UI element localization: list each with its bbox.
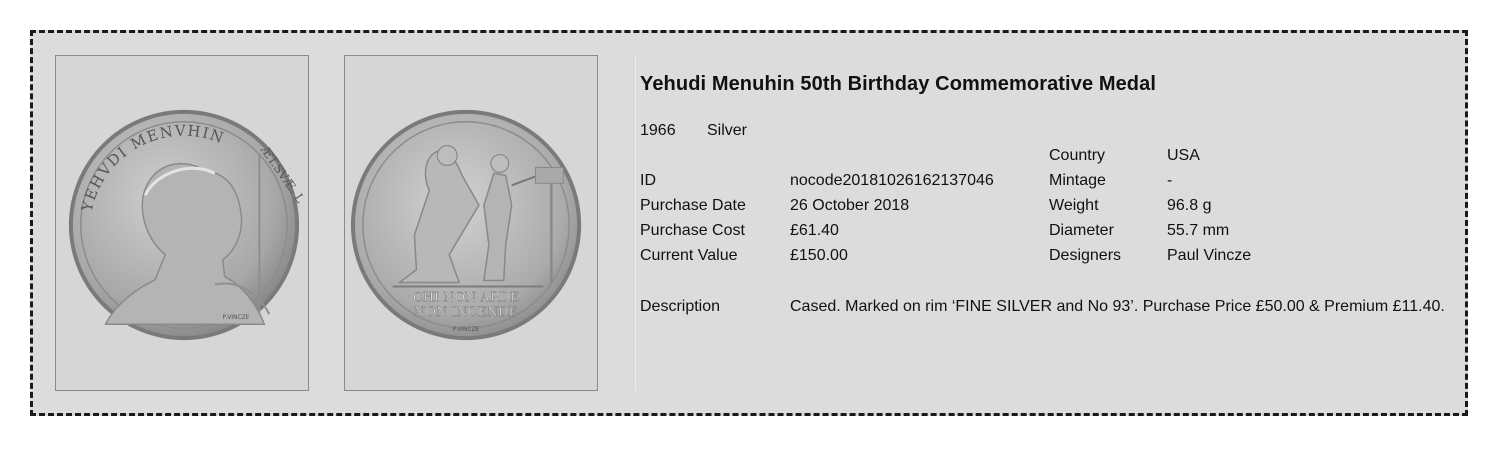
id-label: ID — [640, 172, 656, 189]
medal-card: YEHVDI MENVHIN ÆT.SVÆ. L P.VINCZE CHI NO… — [30, 30, 1468, 416]
weight-label: Weight — [1049, 197, 1099, 214]
obverse-signature: P.VINCZE — [223, 314, 250, 321]
country-value: USA — [1167, 147, 1200, 164]
mintage-label: Mintage — [1049, 172, 1106, 189]
purchase-cost-value: £61.40 — [790, 222, 839, 239]
purchase-date-value: 26 October 2018 — [790, 197, 910, 214]
column-divider — [635, 55, 636, 391]
diameter-value: 55.7 mm — [1167, 222, 1230, 239]
obverse-photo[interactable]: YEHVDI MENVHIN ÆT.SVÆ. L P.VINCZE — [55, 55, 309, 391]
reverse-motto-line1: CHI NON ARDE — [413, 290, 519, 305]
weight-value: 96.8 g — [1167, 197, 1212, 214]
diameter-label: Diameter — [1049, 222, 1114, 239]
current-value-label: Current Value — [640, 247, 738, 264]
purchase-date-label: Purchase Date — [640, 197, 746, 214]
purchase-cost-label: Purchase Cost — [640, 222, 745, 239]
description-label: Description — [640, 298, 721, 315]
current-value-value: £150.00 — [790, 247, 848, 264]
designers-label: Designers — [1049, 247, 1122, 264]
medal-metal: Silver — [707, 122, 748, 139]
reverse-signature: P.VINCZE — [453, 326, 480, 333]
reverse-photo[interactable]: CHI NON ARDE NON INCENDE P.VINCZE — [344, 55, 598, 391]
designers-value: Paul Vincze — [1167, 247, 1252, 264]
id-value: nocode20181026162137046 — [790, 172, 994, 189]
description-text: Cased. Marked on rim ‘FINE SILVER and No… — [790, 298, 1445, 315]
medal-title: Yehudi Menuhin 50th Birthday Commemorati… — [640, 73, 1157, 95]
country-label: Country — [1049, 147, 1106, 164]
reverse-motto-line2: NON INCENDE — [414, 305, 518, 320]
medal-year: 1966 — [640, 122, 676, 139]
obverse-medal-image: YEHVDI MENVHIN ÆT.SVÆ. L P.VINCZE — [68, 109, 307, 341]
reverse-medal-image: CHI NON ARDE NON INCENDE P.VINCZE — [350, 109, 582, 341]
mintage-value: - — [1167, 172, 1173, 189]
